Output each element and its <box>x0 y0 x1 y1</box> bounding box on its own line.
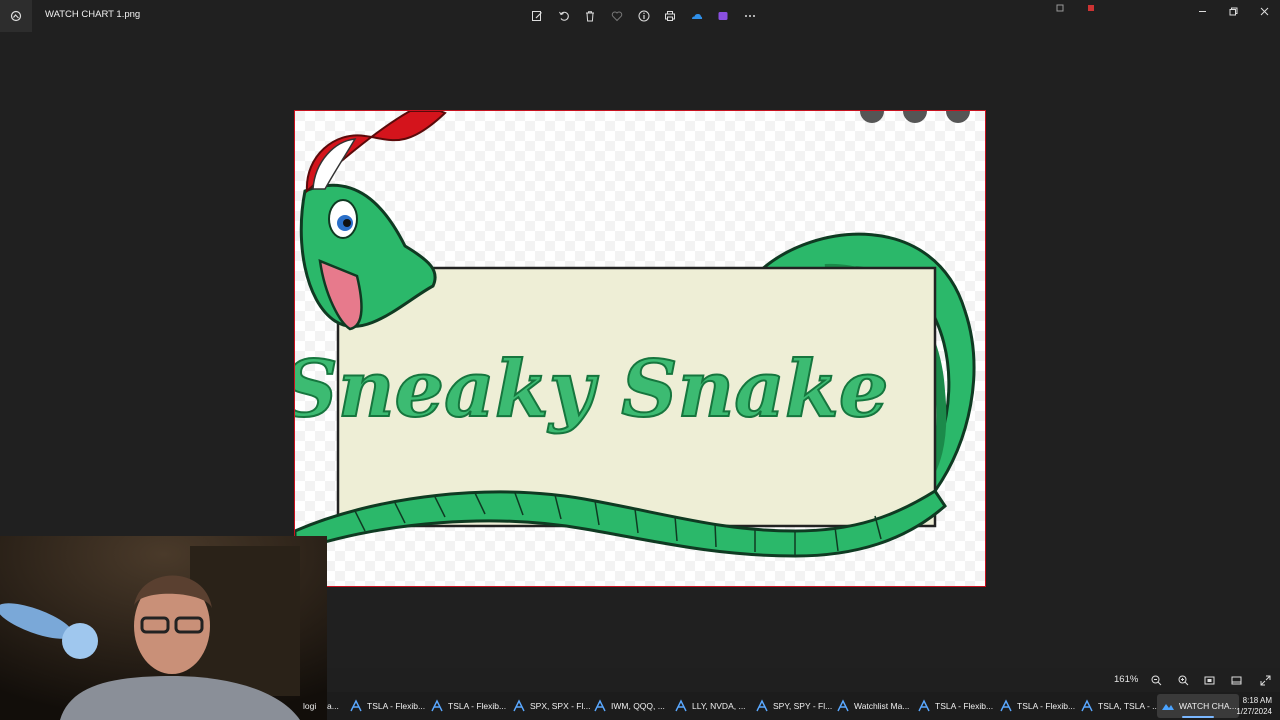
thinkorswim-icon <box>350 699 362 712</box>
banner-text: Sneaky Snake <box>295 344 888 435</box>
edit-icon[interactable] <box>524 6 551 26</box>
zoom-in-icon[interactable] <box>1176 673 1190 687</box>
taskbar-item-5[interactable]: LLY, NVDA, ... <box>674 694 752 718</box>
info-icon[interactable] <box>630 6 657 26</box>
taskbar-item-4[interactable]: IWM, QQQ, ... <box>593 694 671 718</box>
close-button[interactable] <box>1249 0 1280 22</box>
taskbar-item-10[interactable]: TSLA, TSLA - ... <box>1080 694 1159 718</box>
window-title: WATCH CHART 1.png <box>45 9 141 20</box>
zoom-level: 161% <box>1114 674 1139 685</box>
taskbar-item-2[interactable]: TSLA - Flexib... <box>430 694 508 718</box>
toolbar <box>524 6 763 26</box>
title-bar: WATCH CHART 1.png <box>0 0 1280 32</box>
taskbar-item-photos-active[interactable]: WATCH CHA... <box>1157 694 1239 718</box>
favorite-icon[interactable] <box>604 6 631 26</box>
record-indicator-icon[interactable] <box>1086 3 1096 13</box>
thinkorswim-icon <box>431 699 443 712</box>
fullscreen-icon[interactable] <box>1258 673 1272 687</box>
thinkorswim-icon <box>837 699 849 712</box>
window-controls <box>1187 0 1280 22</box>
thinkorswim-icon <box>1000 699 1012 712</box>
filmstrip-icon[interactable] <box>1229 673 1243 687</box>
fit-to-window-icon[interactable] <box>1202 673 1216 687</box>
clock-date: 1/27/2024 <box>1236 707 1272 716</box>
minimize-button[interactable] <box>1187 0 1218 22</box>
taskbar-item-3[interactable]: SPX, SPX - Fl... <box>512 694 590 718</box>
thinkorswim-icon <box>594 699 606 712</box>
delete-icon[interactable] <box>577 6 604 26</box>
photos-app-icon <box>1162 704 1174 710</box>
zoom-out-icon[interactable] <box>1149 673 1163 687</box>
thinkorswim-icon <box>513 699 525 712</box>
onedrive-icon[interactable] <box>684 6 711 26</box>
clock-time: 8:18 AM <box>1242 696 1272 705</box>
thinkorswim-icon <box>1081 699 1093 712</box>
status-bar: 161% <box>327 668 1280 692</box>
clipchamp-icon[interactable] <box>710 6 737 26</box>
taskbar-item-8[interactable]: TSLA - Flexib... <box>917 694 995 718</box>
taskbar-login-fragment: logi <box>303 701 317 711</box>
taskbar-truncated-item[interactable]: a... <box>327 694 339 718</box>
taskbar: logi a... TSLA - Flexib... TSLA - Flexib… <box>303 692 1280 720</box>
webcam-overlay <box>0 536 327 720</box>
taskbar-item-1[interactable]: TSLA - Flexib... <box>349 694 427 718</box>
image-canvas[interactable]: Sneaky Snake <box>294 110 986 587</box>
rotate-icon[interactable] <box>551 6 578 26</box>
more-icon[interactable] <box>737 6 764 26</box>
taskbar-item-9[interactable]: TSLA - Flexib... <box>999 694 1077 718</box>
overlay-tool-icon[interactable] <box>1055 3 1065 13</box>
thinkorswim-icon <box>756 699 768 712</box>
photos-app-icon[interactable] <box>0 0 32 32</box>
print-icon[interactable] <box>657 6 684 26</box>
taskbar-item-6[interactable]: SPY, SPY - Fl... <box>755 694 833 718</box>
thinkorswim-icon <box>675 699 687 712</box>
taskbar-item-7[interactable]: Watchlist Ma... <box>836 694 914 718</box>
system-clock[interactable]: 8:18 AM 1/27/2024 <box>1236 695 1272 717</box>
thinkorswim-icon <box>918 699 930 712</box>
sneaky-snake-image: Sneaky Snake <box>295 111 985 586</box>
restore-button[interactable] <box>1218 0 1249 22</box>
